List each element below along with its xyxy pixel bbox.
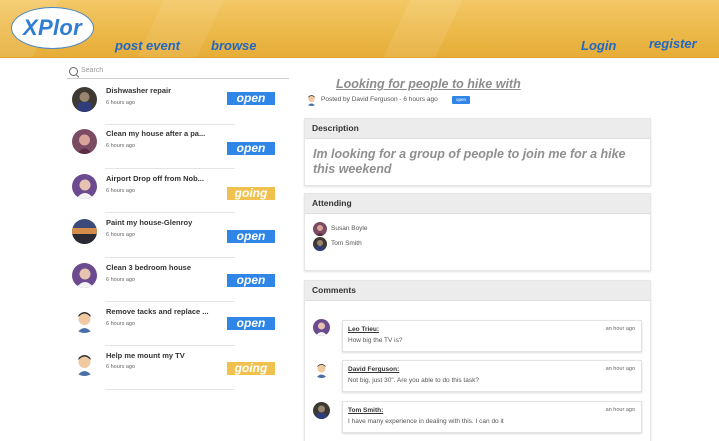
task-item[interactable]: Airport Drop off from Nob... 6 hours ago… xyxy=(67,168,289,208)
nav-post-event[interactable]: post event xyxy=(115,38,180,53)
task-time: 6 hours ago xyxy=(106,321,136,327)
task-item[interactable]: Remove tacks and replace ... 6 hours ago… xyxy=(67,301,289,341)
avatar xyxy=(313,361,330,378)
task-title: Remove tacks and replace ... xyxy=(106,307,209,316)
comments-heading: Comments xyxy=(305,281,650,301)
comment: David Ferguson: Not big, just 30". Are y… xyxy=(342,360,642,392)
avatar xyxy=(305,93,318,106)
comment-text: Not big, just 30". Are you able to do th… xyxy=(348,377,479,384)
search-bar xyxy=(67,63,289,79)
status-badge: open xyxy=(227,274,275,287)
search-icon xyxy=(69,67,78,76)
attendee-name: Susan Boyle xyxy=(331,225,368,232)
avatar xyxy=(313,319,330,336)
divider xyxy=(105,257,235,258)
status-badge: open xyxy=(452,96,470,104)
task-item[interactable]: Clean 3 bedroom house 6 hours ago open xyxy=(67,257,289,297)
attendee-name: Tom Smith xyxy=(331,240,362,247)
description-heading: Description xyxy=(305,119,650,139)
attending-heading: Attending xyxy=(305,194,650,214)
task-time: 6 hours ago xyxy=(106,232,136,238)
divider xyxy=(105,212,235,213)
divider xyxy=(105,124,235,125)
posted-by: Posted by David Ferguson - 6 hours ago xyxy=(321,96,438,103)
comment-time: an hour ago xyxy=(605,407,635,413)
nav-register[interactable]: register xyxy=(649,36,697,51)
logo-text: XPlor xyxy=(23,15,82,40)
task-title: Dishwasher repair xyxy=(106,86,172,95)
task-time: 6 hours ago xyxy=(106,188,136,194)
status-badge: going xyxy=(227,187,275,200)
search-input[interactable] xyxy=(81,64,281,76)
description-panel: Description Im looking for a group of pe… xyxy=(304,118,651,186)
comment: Leo Trieu: How big the TV is? an hour ag… xyxy=(342,320,642,352)
comment-author[interactable]: Tom Smith: xyxy=(348,407,383,414)
status-badge: open xyxy=(227,317,275,330)
task-time: 6 hours ago xyxy=(106,143,136,149)
divider xyxy=(105,389,235,390)
task-item[interactable]: Paint my house-Glenroy 6 hours ago open xyxy=(67,212,289,252)
task-title: Paint my house-Glenroy xyxy=(106,218,193,227)
avatar xyxy=(72,87,97,112)
comment-text: How big the TV is? xyxy=(348,337,403,344)
divider xyxy=(105,345,235,346)
comment: Tom Smith: I have many experience in dea… xyxy=(342,401,642,433)
avatar xyxy=(72,308,97,333)
status-badge: open xyxy=(227,142,275,155)
divider xyxy=(105,168,235,169)
comments-panel: Comments Leo Trieu: How big the TV is? a… xyxy=(304,280,651,441)
post-title[interactable]: Looking for people to hike with xyxy=(336,77,521,91)
avatar xyxy=(72,219,97,244)
logo[interactable]: XPlor xyxy=(11,7,94,49)
avatar xyxy=(313,402,330,419)
task-item[interactable]: Clean my house after a pa... 6 hours ago… xyxy=(67,124,289,164)
nav-browse[interactable]: browse xyxy=(211,38,257,53)
comment-text: I have many experience in dealing with t… xyxy=(348,418,504,425)
divider xyxy=(105,301,235,302)
comment-time: an hour ago xyxy=(605,326,635,332)
task-time: 6 hours ago xyxy=(106,364,136,370)
task-title: Clean 3 bedroom house xyxy=(106,263,192,272)
avatar xyxy=(72,129,97,154)
status-badge: going xyxy=(227,362,275,375)
status-badge: open xyxy=(227,92,275,105)
avatar xyxy=(72,263,97,288)
avatar xyxy=(313,237,327,251)
status-badge: open xyxy=(227,230,275,243)
nav-login[interactable]: Login xyxy=(581,38,616,53)
task-title: Help me mount my TV xyxy=(106,351,185,360)
task-item[interactable]: Help me mount my TV 6 hours ago going xyxy=(67,345,289,390)
task-time: 6 hours ago xyxy=(106,277,136,283)
task-title: Clean my house after a pa... xyxy=(106,129,206,138)
header: XPlor post event browse Login register xyxy=(0,0,719,58)
task-time: 6 hours ago xyxy=(106,100,136,106)
avatar xyxy=(72,351,97,376)
avatar xyxy=(72,174,97,199)
attending-panel: Attending Susan Boyle Tom Smith xyxy=(304,193,651,271)
description-text: Im looking for a group of people to join… xyxy=(313,147,626,176)
comment-author[interactable]: David Ferguson: xyxy=(348,366,399,373)
task-title: Airport Drop off from Nob... xyxy=(106,174,204,183)
comment-author[interactable]: Leo Trieu: xyxy=(348,326,379,333)
comment-time: an hour ago xyxy=(605,366,635,372)
task-item[interactable]: Dishwasher repair 6 hours ago open xyxy=(67,83,289,123)
avatar xyxy=(313,222,327,236)
